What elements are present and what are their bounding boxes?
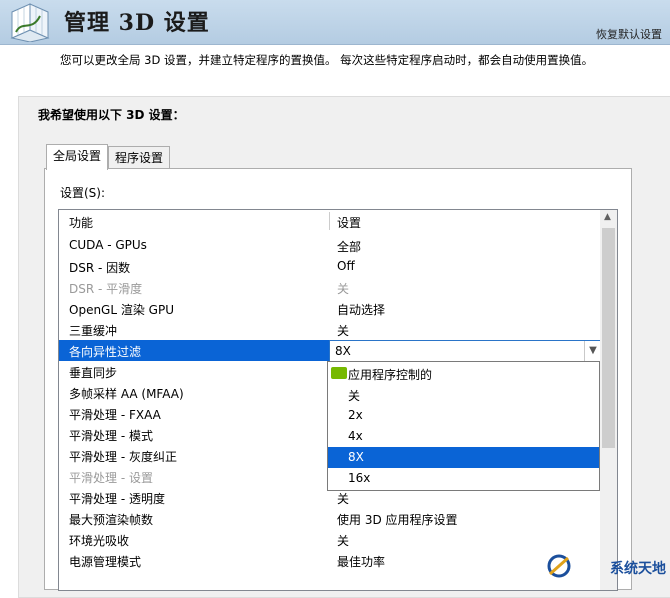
- table-row[interactable]: 三重缓冲 关: [59, 319, 597, 340]
- row-setting: 关: [337, 492, 350, 506]
- filter-dropdown-list[interactable]: 应用程序控制的 关 2x 4x 8X 16x: [327, 361, 600, 491]
- page-description: 您可以更改全局 3D 设置，并建立特定程序的置换值。 每次这些特定程序启动时，都…: [60, 53, 594, 67]
- column-header-function[interactable]: 功能: [69, 214, 93, 231]
- row-function: 最大预渲染帧数: [69, 513, 154, 527]
- chevron-down-icon[interactable]: ▼: [584, 341, 601, 361]
- row-setting: 自动选择: [337, 303, 386, 317]
- option-8x-highlighted[interactable]: 8X: [328, 447, 599, 468]
- table-row[interactable]: 电源管理模式 最佳功率: [59, 550, 597, 571]
- page-title: 管理 3D 设置: [64, 10, 210, 36]
- row-function: 平滑处理 - 灰度纠正: [69, 450, 177, 464]
- column-divider[interactable]: [329, 212, 330, 230]
- row-setting: 关: [337, 534, 350, 548]
- option-2x[interactable]: 2x: [328, 405, 599, 426]
- table-row-selected[interactable]: 各向异性过滤 8X ▼: [59, 340, 602, 362]
- row-function: 多帧采样 AA (MFAA): [69, 387, 184, 401]
- anisotropic-filter-select[interactable]: 8X ▼: [329, 340, 602, 362]
- restore-defaults-link[interactable]: 恢复默认设置: [596, 26, 662, 42]
- table-row[interactable]: 最大预渲染帧数 使用 3D 应用程序设置: [59, 508, 597, 529]
- row-setting: 关: [337, 282, 350, 296]
- row-function: 环境光吸收: [69, 534, 130, 548]
- row-function: 平滑处理 - 模式: [69, 429, 153, 443]
- table-row[interactable]: CUDA - GPUs 全部: [59, 235, 597, 256]
- table-row[interactable]: DSR - 平滑度 关: [59, 277, 597, 298]
- settings-label: 设置(S):: [60, 186, 106, 200]
- table-row[interactable]: OpenGL 渲染 GPU 自动选择: [59, 298, 597, 319]
- row-setting: 全部: [337, 240, 362, 254]
- row-function: DSR - 平滑度: [69, 282, 143, 296]
- panel-title: 我希望使用以下 3D 设置：: [38, 108, 185, 122]
- watermark-logo-icon: [547, 554, 571, 578]
- header-banner: 管理 3D 设置 恢复默认设置: [0, 0, 670, 45]
- row-function: 平滑处理 - 设置: [69, 471, 153, 485]
- watermark-text: 系统天地: [610, 561, 666, 577]
- scrollbar-thumb[interactable]: [602, 228, 615, 448]
- row-function: 电源管理模式: [69, 555, 142, 569]
- option-off[interactable]: 关: [328, 384, 599, 405]
- nvidia-logo-icon: [331, 367, 347, 379]
- row-setting: 关: [337, 324, 350, 338]
- tab-global-settings[interactable]: 全局设置: [46, 144, 109, 170]
- vertical-scrollbar[interactable]: ▲: [600, 210, 617, 590]
- scroll-up-icon[interactable]: ▲: [604, 212, 611, 222]
- tab-program-settings[interactable]: 程序设置: [108, 146, 171, 169]
- row-setting: 使用 3D 应用程序设置: [337, 513, 458, 527]
- select-value: 8X: [335, 344, 351, 358]
- table-row[interactable]: DSR - 因数 Off: [59, 256, 597, 277]
- option-4x[interactable]: 4x: [328, 426, 599, 447]
- row-function: 平滑处理 - FXAA: [69, 408, 161, 422]
- row-function: OpenGL 渲染 GPU: [69, 303, 174, 317]
- row-function: DSR - 因数: [69, 261, 131, 275]
- 3d-settings-logo-icon: [10, 3, 50, 42]
- option-application-controlled[interactable]: 应用程序控制的: [328, 363, 599, 384]
- row-setting: 最佳功率: [337, 555, 386, 569]
- option-16x[interactable]: 16x: [328, 468, 599, 489]
- table-row[interactable]: 环境光吸收 关: [59, 529, 597, 550]
- row-function: 平滑处理 - 透明度: [69, 492, 165, 506]
- row-setting: Off: [337, 259, 355, 273]
- column-header-setting[interactable]: 设置: [337, 214, 361, 231]
- row-function: 垂直同步: [69, 366, 118, 380]
- row-function: 三重缓冲: [69, 324, 118, 338]
- row-function: CUDA - GPUs: [69, 238, 147, 252]
- row-function: 各向异性过滤: [69, 345, 142, 359]
